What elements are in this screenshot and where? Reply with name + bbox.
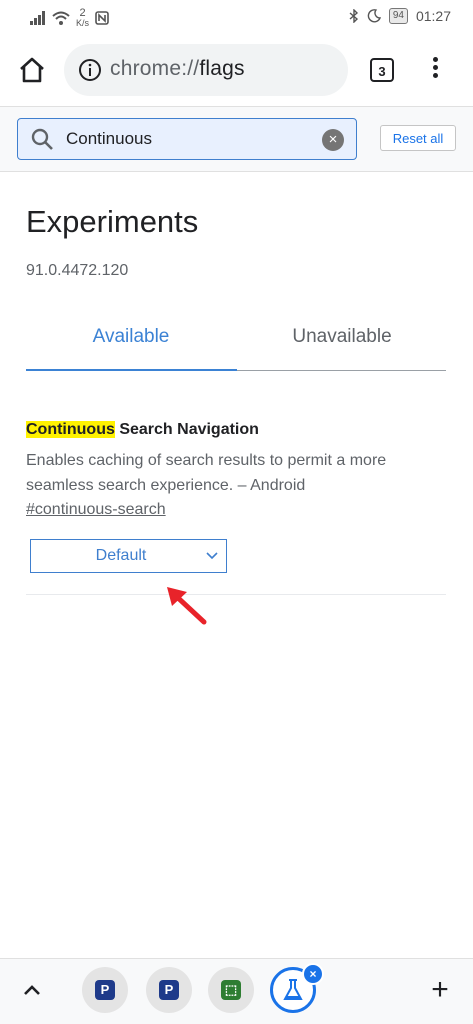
- reset-all-button[interactable]: Reset all: [380, 125, 456, 151]
- tab-favicon-icon: ⬚: [221, 980, 241, 1000]
- network-speed-unit: K/s: [76, 18, 90, 28]
- home-icon[interactable]: [16, 54, 48, 86]
- flag-permalink[interactable]: #continuous-search: [26, 501, 166, 519]
- flag-state-value: Default: [95, 547, 147, 564]
- close-icon[interactable]: ×: [302, 963, 324, 985]
- flag-title: Continuous Search Navigation: [26, 421, 259, 439]
- url-scheme: chrome://: [110, 57, 200, 80]
- overflow-menu-icon[interactable]: [428, 54, 442, 86]
- bluetooth-icon: [349, 9, 358, 23]
- tab-unavailable[interactable]: Unavailable: [237, 326, 447, 348]
- signal-icon: [30, 11, 45, 25]
- chevron-down-icon: [206, 552, 218, 560]
- url-host: flags: [199, 57, 245, 80]
- battery-icon: 94: [388, 8, 408, 24]
- address-bar[interactable]: chrome://flags: [64, 44, 348, 96]
- flag-title-rest: Search Navigation: [114, 421, 259, 438]
- search-field[interactable]: ×: [17, 118, 357, 160]
- wifi-icon: [52, 11, 70, 25]
- info-icon[interactable]: [78, 58, 102, 82]
- version-text: 91.0.4472.120: [26, 262, 129, 279]
- tab-available[interactable]: Available: [26, 326, 236, 348]
- tab-switcher-icon[interactable]: 3: [370, 58, 394, 82]
- search-input[interactable]: [66, 127, 316, 151]
- flags-search-bar: × Reset all: [0, 106, 473, 172]
- clear-search-icon[interactable]: ×: [322, 129, 344, 151]
- network-speed-value: 2: [79, 7, 86, 19]
- page-title: Experiments: [26, 204, 199, 239]
- flag-state-select[interactable]: Default: [30, 539, 227, 573]
- clock: 01:27: [415, 8, 451, 24]
- tab-thumbnail-2[interactable]: P: [146, 967, 192, 1013]
- network-speed: 2 K/s: [76, 7, 90, 29]
- red-arrow-annotation: [167, 587, 207, 625]
- active-tab-indicator: [26, 369, 237, 371]
- bottom-tab-strip: P P ⬚ × +: [0, 958, 473, 1024]
- moon-icon: [367, 9, 381, 23]
- chevron-up-icon[interactable]: [18, 977, 46, 1005]
- url-text: chrome://flags: [110, 57, 245, 81]
- status-bar: 2 K/s 94 01:27: [0, 0, 473, 36]
- tab-thumbnail-1[interactable]: P: [82, 967, 128, 1013]
- search-icon: [31, 128, 53, 150]
- flag-description: Enables caching of search results to per…: [26, 452, 387, 494]
- tab-favicon-icon: P: [95, 980, 115, 1000]
- tab-favicon-icon: P: [159, 980, 179, 1000]
- new-tab-button[interactable]: +: [426, 975, 454, 1005]
- tab-thumbnail-3[interactable]: ⬚: [208, 967, 254, 1013]
- nfc-icon: [95, 11, 109, 25]
- flag-divider: [26, 594, 446, 595]
- flag-title-highlight: Continuous: [26, 421, 115, 438]
- browser-toolbar: chrome://flags 3: [0, 36, 473, 104]
